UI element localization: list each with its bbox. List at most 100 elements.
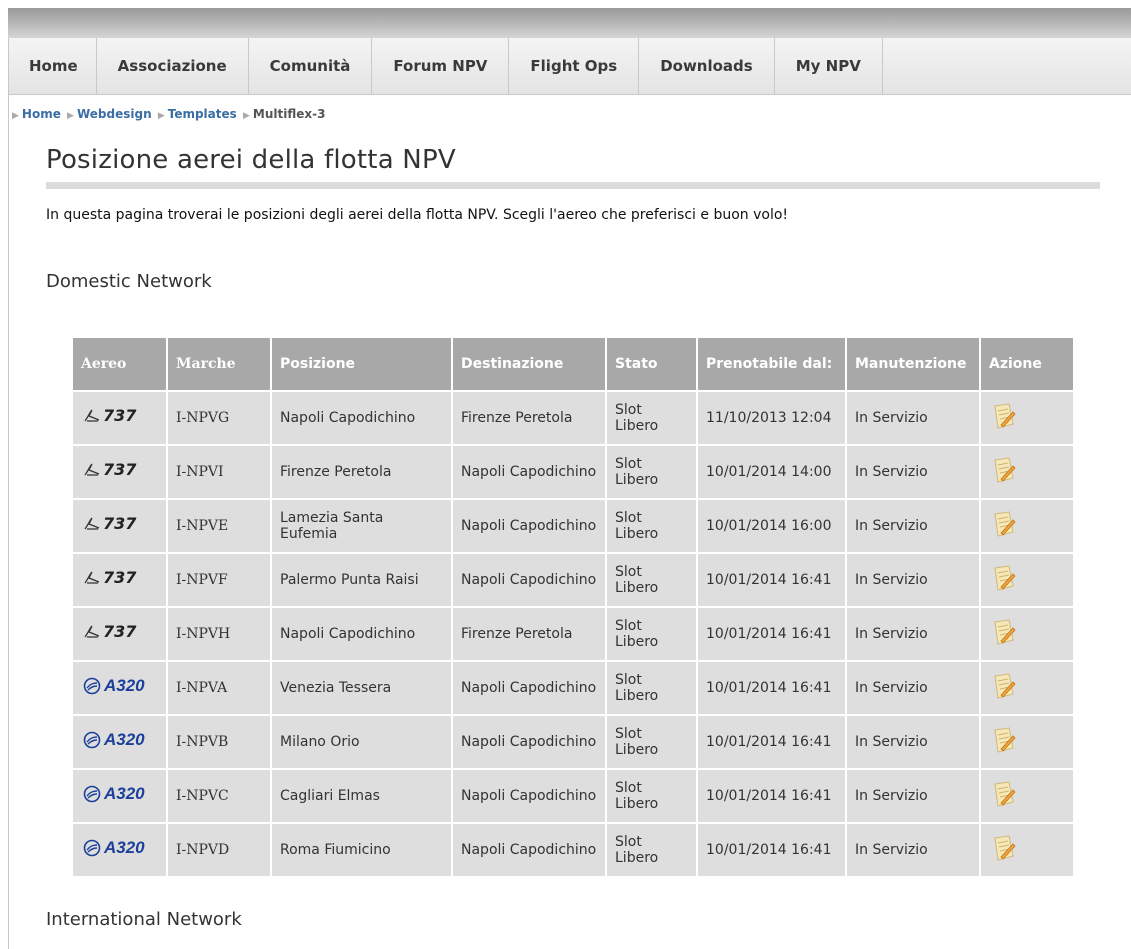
- aircraft-type-label: A320: [104, 676, 145, 695]
- section-heading-domestic: Domestic Network: [46, 271, 212, 292]
- maintenance-cell: In Servizio: [847, 446, 979, 498]
- aircraft-type-label: A320: [104, 730, 145, 749]
- notepad-icon[interactable]: [989, 672, 1017, 700]
- available-from-cell: 10/01/2014 16:41: [698, 554, 845, 606]
- aircraft-cell: 737: [73, 554, 166, 606]
- status-cell: Slot Libero: [607, 770, 696, 822]
- boeing-737-logo: 737: [83, 516, 136, 532]
- airbus-a320-logo: A320: [83, 731, 145, 749]
- boeing-737-logo: 737: [83, 462, 136, 478]
- airbus-icon: [83, 731, 101, 749]
- nav-item-downloads[interactable]: Downloads: [639, 38, 775, 94]
- book-flight-button[interactable]: [989, 673, 1017, 704]
- boeing-737-logo: 737: [83, 408, 136, 424]
- nav-item-forum-npv[interactable]: Forum NPV: [372, 38, 510, 94]
- book-flight-button[interactable]: [989, 781, 1017, 812]
- table-row: 737 I-NPVF Palermo Punta Raisi Napoli Capod…: [73, 554, 1073, 606]
- available-from-cell: 10/01/2014 16:41: [698, 716, 845, 768]
- available-from-cell: 11/10/2013 12:04: [698, 392, 845, 444]
- position-cell: Roma Fiumicino: [272, 824, 451, 876]
- notepad-icon[interactable]: [989, 618, 1017, 646]
- book-flight-button[interactable]: [989, 727, 1017, 758]
- destination-cell: Napoli Capodichino: [453, 824, 605, 876]
- maintenance-cell: In Servizio: [847, 554, 979, 606]
- maintenance-cell: In Servizio: [847, 716, 979, 768]
- maintenance-cell: In Servizio: [847, 608, 979, 660]
- table-row: A320 I-NPVB Milano Orio Napoli Capodichino S…: [73, 716, 1073, 768]
- notepad-icon[interactable]: [989, 402, 1017, 430]
- position-cell: Napoli Capodichino: [272, 608, 451, 660]
- position-cell: Milano Orio: [272, 716, 451, 768]
- action-cell: [981, 608, 1073, 660]
- book-flight-button[interactable]: [989, 511, 1017, 542]
- notepad-icon[interactable]: [989, 726, 1017, 754]
- col-header-prenotabile: Prenotabile dal:: [698, 338, 845, 390]
- destination-cell: Firenze Peretola: [453, 608, 605, 660]
- book-flight-button[interactable]: [989, 565, 1017, 596]
- boeing-737-logo: 737: [83, 570, 136, 586]
- status-cell: Slot Libero: [607, 446, 696, 498]
- status-cell: Slot Libero: [607, 716, 696, 768]
- position-cell: Cagliari Elmas: [272, 770, 451, 822]
- title-divider: [46, 182, 1100, 189]
- registration-cell: I-NPVC: [168, 770, 270, 822]
- book-flight-button[interactable]: [989, 835, 1017, 866]
- boeing-icon: [84, 463, 100, 476]
- available-from-cell: 10/01/2014 16:00: [698, 500, 845, 552]
- notepad-icon[interactable]: [989, 456, 1017, 484]
- airbus-a320-logo: A320: [83, 677, 145, 695]
- position-cell: Firenze Peretola: [272, 446, 451, 498]
- table-header-row: Aereo Marche Posizione Destinazione Stat…: [73, 338, 1073, 390]
- notepad-icon[interactable]: [989, 780, 1017, 808]
- aircraft-cell: 737: [73, 446, 166, 498]
- nav-item-associazione[interactable]: Associazione: [97, 38, 249, 94]
- book-flight-button[interactable]: [989, 457, 1017, 488]
- destination-cell: Napoli Capodichino: [453, 554, 605, 606]
- table-row: A320 I-NPVC Cagliari Elmas Napoli Capodichi…: [73, 770, 1073, 822]
- breadcrumb-arrow-icon: ▶: [242, 111, 250, 121]
- registration-cell: I-NPVF: [168, 554, 270, 606]
- nav-item-home[interactable]: Home: [9, 38, 97, 94]
- fleet-table: Aereo Marche Posizione Destinazione Stat…: [71, 336, 1075, 878]
- book-flight-button[interactable]: [989, 619, 1017, 650]
- aircraft-type-label: A320: [104, 784, 145, 803]
- nav-item-comunita[interactable]: Comunità: [249, 38, 373, 94]
- table-row: A320 I-NPVD Roma Fiumicino Napoli Capodichi…: [73, 824, 1073, 876]
- destination-cell: Napoli Capodichino: [453, 662, 605, 714]
- registration-cell: I-NPVH: [168, 608, 270, 660]
- book-flight-button[interactable]: [989, 403, 1017, 434]
- page-title: Posizione aerei della flotta NPV: [46, 145, 456, 175]
- notepad-icon[interactable]: [989, 564, 1017, 592]
- nav-item-my-npv[interactable]: My NPV: [775, 38, 883, 94]
- table-row: 737 I-NPVI Firenze Peretola Napoli Capodich…: [73, 446, 1073, 498]
- airbus-icon: [83, 839, 101, 857]
- boeing-icon: [84, 409, 100, 422]
- registration-cell: I-NPVE: [168, 500, 270, 552]
- col-header-azione: Azione: [981, 338, 1073, 390]
- action-cell: [981, 824, 1073, 876]
- maintenance-cell: In Servizio: [847, 392, 979, 444]
- status-cell: Slot Libero: [607, 824, 696, 876]
- col-header-marche: Marche: [168, 338, 270, 390]
- aircraft-cell: A320: [73, 716, 166, 768]
- section-heading-international: International Network: [46, 909, 242, 930]
- col-header-aereo: Aereo: [73, 338, 166, 390]
- breadcrumb-current: Multiflex-3: [252, 107, 326, 121]
- breadcrumb-templates[interactable]: Templates: [168, 107, 237, 121]
- table-row: A320 I-NPVA Venezia Tessera Napoli Capodich…: [73, 662, 1073, 714]
- aircraft-type-label: 737: [103, 514, 137, 533]
- page-frame-border: [8, 38, 9, 949]
- table-row: 737 I-NPVH Napoli Capodichino Firenze Peret…: [73, 608, 1073, 660]
- breadcrumb-arrow-icon: ▶: [67, 111, 74, 121]
- action-cell: [981, 392, 1073, 444]
- notepad-icon[interactable]: [989, 510, 1017, 538]
- nav-item-flight-ops[interactable]: Flight Ops: [509, 38, 640, 94]
- boeing-icon: [84, 625, 100, 638]
- breadcrumb-home[interactable]: Home: [22, 107, 61, 121]
- breadcrumb-webdesign[interactable]: Webdesign: [77, 107, 152, 121]
- notepad-icon[interactable]: [989, 834, 1017, 862]
- action-cell: [981, 446, 1073, 498]
- aircraft-cell: 737: [73, 608, 166, 660]
- airbus-icon: [83, 677, 101, 695]
- status-cell: Slot Libero: [607, 500, 696, 552]
